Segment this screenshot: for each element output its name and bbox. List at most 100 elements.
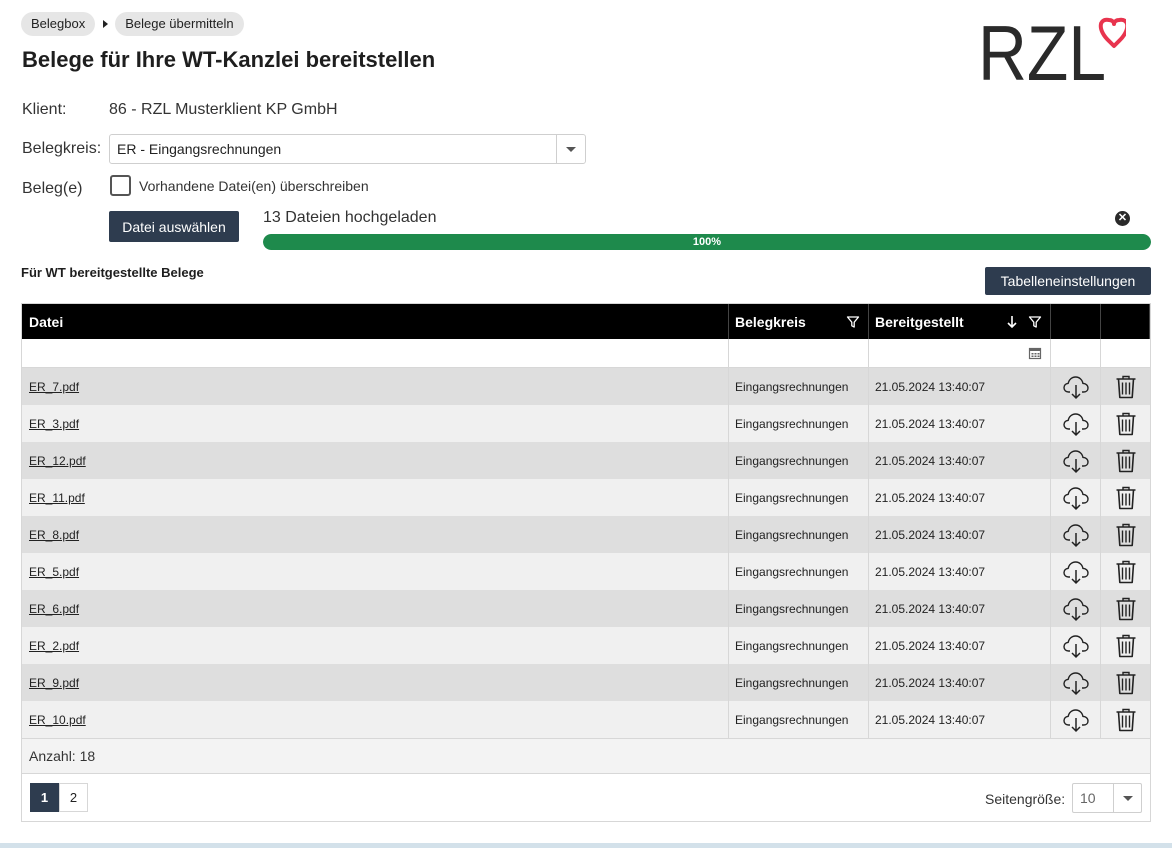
trash-icon[interactable] <box>1114 559 1138 585</box>
trash-icon[interactable] <box>1114 670 1138 696</box>
cell-belegkreis-value: Eingangsrechnungen <box>735 416 849 431</box>
cell-belegkreis: Eingangsrechnungen <box>729 516 869 553</box>
trash-icon[interactable] <box>1114 485 1138 511</box>
cell-download <box>1051 442 1101 479</box>
filter-cell-datei[interactable] <box>22 339 729 367</box>
cell-datei: ER_9.pdf <box>22 664 729 701</box>
trash-icon[interactable] <box>1114 411 1138 437</box>
cell-download <box>1051 368 1101 405</box>
overwrite-checkbox[interactable] <box>110 175 131 196</box>
cloud-download-icon[interactable] <box>1062 484 1090 512</box>
cloud-download-icon[interactable] <box>1062 521 1090 549</box>
page-size-select[interactable]: 10 <box>1072 783 1142 813</box>
table-row[interactable]: ER_7.pdf Eingangsrechnungen 21.05.2024 1… <box>22 368 1150 405</box>
file-link[interactable]: ER_10.pdf <box>29 713 86 727</box>
overwrite-checkbox-label[interactable]: Vorhandene Datei(en) überschreiben <box>139 178 369 194</box>
cloud-download-icon[interactable] <box>1062 558 1090 586</box>
column-header-bereitgestellt[interactable]: Bereitgestellt <box>869 304 1051 339</box>
filter-icon[interactable] <box>1028 315 1042 329</box>
file-link[interactable]: ER_7.pdf <box>29 380 79 394</box>
table-row[interactable]: ER_5.pdf Eingangsrechnungen 21.05.2024 1… <box>22 553 1150 590</box>
page-size-dropdown-button[interactable] <box>1113 784 1141 812</box>
cell-belegkreis: Eingangsrechnungen <box>729 627 869 664</box>
upload-progress-label: 100% <box>692 236 722 248</box>
cloud-download-icon[interactable] <box>1062 373 1090 401</box>
cloud-download-icon[interactable] <box>1062 410 1090 438</box>
triangle-right-icon <box>103 20 109 28</box>
upload-progress-bar: 100% <box>263 234 1151 250</box>
cloud-download-icon[interactable] <box>1062 669 1090 697</box>
cell-download <box>1051 553 1101 590</box>
cloud-download-icon[interactable] <box>1062 447 1090 475</box>
page-button-2[interactable]: 2 <box>59 783 88 812</box>
pagination: 1 2 <box>30 783 88 812</box>
table-row[interactable]: ER_8.pdf Eingangsrechnungen 21.05.2024 1… <box>22 516 1150 553</box>
table-row[interactable]: ER_12.pdf Eingangsrechnungen 21.05.2024 … <box>22 442 1150 479</box>
close-icon[interactable]: ✕ <box>1115 211 1130 226</box>
cloud-download-icon[interactable] <box>1062 706 1090 734</box>
page-size-label: Seitengröße: <box>985 791 1066 807</box>
cell-belegkreis: Eingangsrechnungen <box>729 664 869 701</box>
cell-datei: ER_3.pdf <box>22 405 729 442</box>
chevron-down-icon <box>1122 795 1133 801</box>
cell-belegkreis: Eingangsrechnungen <box>729 553 869 590</box>
cloud-download-icon[interactable] <box>1062 632 1090 660</box>
cell-bereitgestellt: 21.05.2024 13:40:07 <box>869 442 1051 479</box>
file-link[interactable]: ER_6.pdf <box>29 602 79 616</box>
table-row[interactable]: ER_11.pdf Eingangsrechnungen 21.05.2024 … <box>22 479 1150 516</box>
table-row[interactable]: ER_10.pdf Eingangsrechnungen 21.05.2024 … <box>22 701 1150 738</box>
breadcrumb: Belegbox Belege übermitteln <box>21 12 244 36</box>
filter-cell-belegkreis[interactable] <box>729 339 869 367</box>
cell-download <box>1051 516 1101 553</box>
select-file-button[interactable]: Datei auswählen <box>109 211 239 242</box>
cell-bereitgestellt: 21.05.2024 13:40:07 <box>869 553 1051 590</box>
sort-down-arrow-icon[interactable] <box>1006 315 1018 329</box>
filter-icon[interactable] <box>846 315 860 329</box>
cell-belegkreis: Eingangsrechnungen <box>729 701 869 738</box>
cell-bereitgestellt-value: 21.05.2024 13:40:07 <box>875 638 986 653</box>
table-row[interactable]: ER_2.pdf Eingangsrechnungen 21.05.2024 1… <box>22 627 1150 664</box>
file-link[interactable]: ER_12.pdf <box>29 454 86 468</box>
trash-icon[interactable] <box>1114 596 1138 622</box>
column-header-datei[interactable]: Datei <box>22 304 729 339</box>
filter-cell-bereitgestellt[interactable] <box>869 339 1051 367</box>
cell-belegkreis-value: Eingangsrechnungen <box>735 564 849 579</box>
table-row[interactable]: ER_6.pdf Eingangsrechnungen 21.05.2024 1… <box>22 590 1150 627</box>
trash-icon[interactable] <box>1114 522 1138 548</box>
cell-belegkreis-value: Eingangsrechnungen <box>735 638 849 653</box>
breadcrumb-item-belege-uebermitteln[interactable]: Belege übermitteln <box>115 12 244 36</box>
calendar-icon[interactable] <box>1028 346 1042 360</box>
trash-icon[interactable] <box>1114 448 1138 474</box>
column-header-belegkreis[interactable]: Belegkreis <box>729 304 869 339</box>
cloud-download-icon[interactable] <box>1062 595 1090 623</box>
belegkreis-select[interactable]: ER - Eingangsrechnungen <box>109 134 586 164</box>
cell-datei: ER_10.pdf <box>22 701 729 738</box>
page-button-1[interactable]: 1 <box>30 783 59 812</box>
cell-delete <box>1101 368 1150 405</box>
table-row[interactable]: ER_9.pdf Eingangsrechnungen 21.05.2024 1… <box>22 664 1150 701</box>
trash-icon[interactable] <box>1114 707 1138 733</box>
cell-bereitgestellt: 21.05.2024 13:40:07 <box>869 627 1051 664</box>
cell-bereitgestellt: 21.05.2024 13:40:07 <box>869 516 1051 553</box>
trash-icon[interactable] <box>1114 633 1138 659</box>
file-link[interactable]: ER_9.pdf <box>29 676 79 690</box>
trash-icon[interactable] <box>1114 374 1138 400</box>
cell-belegkreis-value: Eingangsrechnungen <box>735 379 849 394</box>
overwrite-option: Vorhandene Datei(en) überschreiben <box>110 175 369 196</box>
cell-bereitgestellt-value: 21.05.2024 13:40:07 <box>875 601 986 616</box>
file-link[interactable]: ER_2.pdf <box>29 639 79 653</box>
client-label: Klient: <box>22 101 67 118</box>
breadcrumb-item-belegbox[interactable]: Belegbox <box>21 12 96 36</box>
belegkreis-dropdown-button[interactable] <box>556 135 585 163</box>
file-link[interactable]: ER_5.pdf <box>29 565 79 579</box>
cell-belegkreis-value: Eingangsrechnungen <box>735 712 849 727</box>
file-link[interactable]: ER_11.pdf <box>29 491 85 505</box>
table-row[interactable]: ER_3.pdf Eingangsrechnungen 21.05.2024 1… <box>22 405 1150 442</box>
file-link[interactable]: ER_8.pdf <box>29 528 79 542</box>
column-header-download <box>1051 304 1101 339</box>
table-settings-button[interactable]: Tabelleneinstellungen <box>985 267 1151 295</box>
column-header-datei-label: Datei <box>29 313 64 330</box>
file-link[interactable]: ER_3.pdf <box>29 417 79 431</box>
cell-belegkreis-value: Eingangsrechnungen <box>735 675 849 690</box>
cell-download <box>1051 664 1101 701</box>
